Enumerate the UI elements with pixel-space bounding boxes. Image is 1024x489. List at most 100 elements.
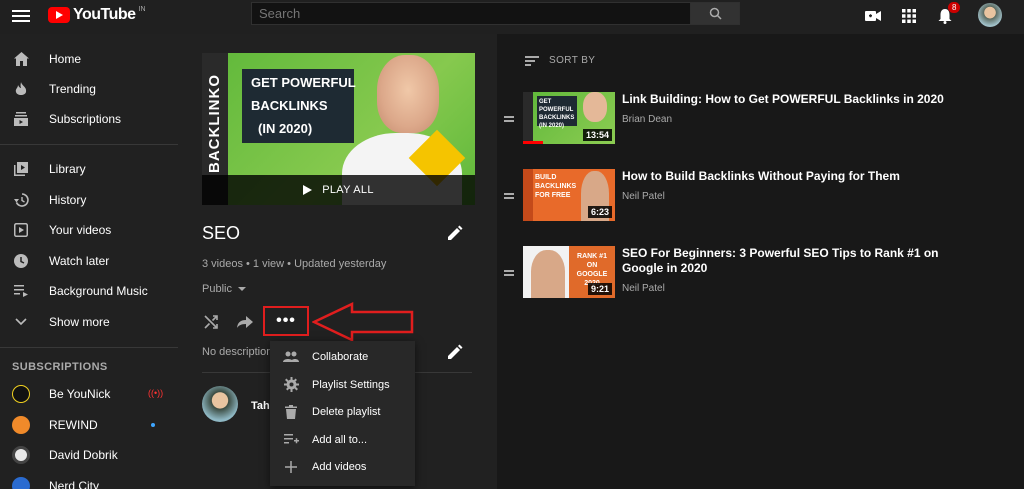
more-actions-menu: Collaborate Playlist Settings Delete pla… [270,341,415,486]
subscription-name: REWIND [49,418,98,432]
thumbnail-line: BACKLINKS [251,98,328,113]
thumbnail-side-bar [523,92,533,144]
playlist-description: No description [202,346,270,358]
thumbnail-text: GET POWERFUL BACKLINKS (IN 2020) [537,96,577,129]
sidebar-item-label: Subscriptions [49,112,122,126]
menu-item-add-videos[interactable]: Add videos [270,453,415,480]
sort-by-button[interactable]: SORT BY [525,55,595,66]
video-duration: 6:23 [587,206,612,218]
thumbnail-line: (IN 2020) [258,121,313,136]
sidebar-divider [0,347,178,348]
menu-item-delete-playlist[interactable]: Delete playlist [270,398,415,425]
subscriptions-icon [13,111,29,127]
video-channel[interactable]: Neil Patel [622,283,665,294]
privacy-label: Public [202,283,232,295]
video-duration: 9:21 [587,283,612,295]
collaborate-icon [283,349,299,365]
drag-handle-icon[interactable] [504,116,514,122]
owner-name[interactable]: Taha [251,400,271,412]
menu-item-label: Playlist Settings [312,378,390,391]
video-thumbnail[interactable]: BUILD BACKLINKS FOR FREE 6:23 [523,169,615,221]
logo-text: YouTube [73,6,136,23]
channel-avatar [12,416,30,434]
video-channel[interactable]: Brian Dean [622,114,672,125]
library-icon [13,161,29,177]
sidebar-item-trending[interactable]: Trending [0,74,178,104]
chevron-down-icon [13,314,29,330]
flame-icon [13,81,29,97]
youtube-logo[interactable]: YouTube IN [48,6,146,24]
sidebar-item-history[interactable]: History [0,185,178,215]
edit-title-pencil-icon[interactable] [448,225,463,245]
play-all-button[interactable]: PLAY ALL [202,175,475,205]
sidebar-item-watch-later[interactable]: Watch later [0,246,178,276]
your-videos-icon [13,222,29,238]
menu-item-label: Collaborate [312,350,369,363]
sidebar-item-subscriptions[interactable]: Subscriptions [0,104,178,134]
new-content-dot [151,423,155,427]
apps-grid-icon[interactable] [899,6,919,26]
owner-avatar[interactable] [202,386,238,422]
playlist-add-icon [283,432,299,448]
gear-icon [283,377,299,393]
thumbnail-side-text: BACKLINKO [206,74,223,173]
create-video-icon[interactable] [863,6,883,26]
sidebar-item-library[interactable]: Library [0,154,178,184]
history-icon [13,192,29,208]
play-all-label: PLAY ALL [322,184,374,196]
more-actions-button[interactable]: ••• [263,306,309,336]
sidebar-item-label: Home [49,52,82,66]
drag-handle-icon[interactable] [504,270,514,276]
menu-item-label: Add all to... [312,433,368,446]
menu-item-label: Delete playlist [312,405,381,418]
thumbnail-text: BUILD BACKLINKS FOR FREE [535,174,577,199]
thumbnail-side-bar [523,169,533,221]
menu-item-playlist-settings[interactable]: Playlist Settings [270,371,415,398]
sort-label: SORT BY [549,55,596,66]
video-title[interactable]: Link Building: How to Get POWERFUL Backl… [622,92,982,107]
sidebar-item-show-more[interactable]: Show more [0,307,178,337]
sidebar-item-your-videos[interactable]: Your videos [0,215,178,245]
video-title[interactable]: How to Build Backlinks Without Paying fo… [622,169,982,184]
sidebar-item-home[interactable]: Home [0,44,178,74]
sidebar: Home Trending Subscriptions Library Hist… [0,34,178,489]
video-title[interactable]: SEO For Beginners: 3 Powerful SEO Tips t… [622,246,982,276]
share-icon[interactable] [236,313,254,331]
subscription-david-dobrik[interactable]: David Dobrik [0,440,178,470]
notification-count-badge: 8 [948,2,961,13]
search-button[interactable] [690,2,740,25]
thumbnail-person-face [377,55,439,133]
subscription-rewind[interactable]: REWIND [0,410,178,440]
annotation-arrow-icon [312,302,414,342]
sidebar-item-label: Library [49,162,86,176]
privacy-dropdown[interactable]: Public [202,283,246,295]
search-input[interactable] [251,2,691,25]
plus-icon [283,459,299,475]
thumbnail-person-face [531,250,565,298]
account-avatar[interactable] [978,3,1002,27]
home-icon [13,51,29,67]
video-thumbnail[interactable]: RANK #1 ON GOOGLE 2020 9:21 [523,246,615,298]
drag-handle-icon[interactable] [504,193,514,199]
edit-description-pencil-icon[interactable] [448,344,463,364]
menu-item-collaborate[interactable]: Collaborate [270,343,415,370]
subscription-name: Nerd City [49,479,100,489]
video-thumbnail[interactable]: GET POWERFUL BACKLINKS (IN 2020) 13:54 [523,92,615,144]
subscriptions-heading: SUBSCRIPTIONS [12,361,108,373]
channel-avatar [12,446,30,464]
menu-item-add-all-to[interactable]: Add all to... [270,426,415,453]
sidebar-item-label: Background Music [49,284,148,298]
live-icon: ((•)) [148,388,164,398]
playlist-meta: 3 videos • 1 view • Updated yesterday [202,258,387,270]
playlist-title: SEO [202,223,241,243]
sidebar-item-label: Trending [49,82,96,96]
sort-icon [525,55,539,66]
menu-icon[interactable] [12,7,30,25]
subscription-be-younick[interactable]: Be YouNick ((•)) [0,379,178,409]
subscription-nerd-city[interactable]: Nerd City [0,471,178,489]
watch-progress-bar [523,141,544,144]
clock-icon [13,253,29,269]
video-channel[interactable]: Neil Patel [622,191,665,202]
shuffle-icon[interactable] [202,313,220,331]
sidebar-item-background-music[interactable]: Background Music [0,276,178,306]
